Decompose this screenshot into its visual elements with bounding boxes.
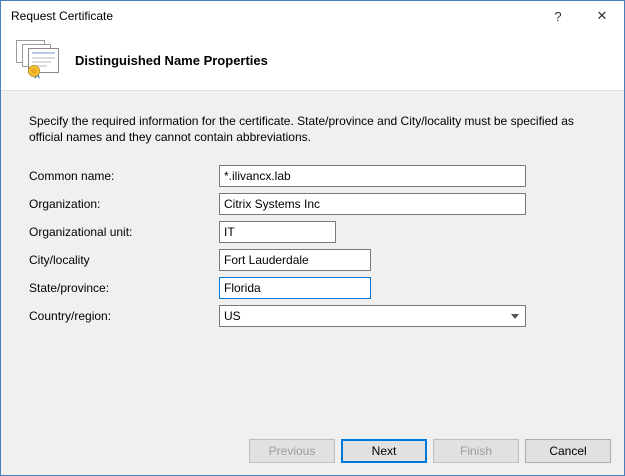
titlebar: Request Certificate ? ✕ — [1, 1, 624, 31]
dialog-body: Specify the required information for the… — [1, 91, 624, 327]
form-row-common-name: Common name: — [29, 165, 596, 187]
page-title: Distinguished Name Properties — [75, 53, 268, 68]
organizational-unit-label: Organizational unit: — [29, 221, 219, 243]
form-row-organization: Organization: — [29, 193, 596, 215]
city-locality-input[interactable] — [219, 249, 371, 271]
next-button[interactable]: Next — [341, 439, 427, 463]
form-row-city-locality: City/locality — [29, 249, 596, 271]
organizational-unit-input[interactable] — [219, 221, 336, 243]
intro-text: Specify the required information for the… — [29, 113, 596, 145]
form-row-country-region: Country/region: US — [29, 305, 596, 327]
city-locality-label: City/locality — [29, 249, 219, 271]
button-row: Previous Next Finish Cancel — [249, 439, 611, 463]
form-row-organizational-unit: Organizational unit: — [29, 221, 596, 243]
close-button[interactable]: ✕ — [580, 1, 624, 31]
finish-button[interactable]: Finish — [433, 439, 519, 463]
request-certificate-dialog: Request Certificate ? ✕ Distinguished Na… — [0, 0, 625, 476]
common-name-label: Common name: — [29, 165, 219, 187]
country-region-combobox[interactable]: US — [219, 305, 526, 327]
chevron-down-icon — [511, 314, 519, 319]
country-region-label: Country/region: — [29, 305, 219, 327]
country-region-value: US — [224, 309, 241, 323]
organization-input[interactable] — [219, 193, 526, 215]
wizard-header: Distinguished Name Properties — [1, 31, 624, 91]
previous-button[interactable]: Previous — [249, 439, 335, 463]
form-row-state-province: State/province: — [29, 277, 596, 299]
common-name-input[interactable] — [219, 165, 526, 187]
state-province-label: State/province: — [29, 277, 219, 299]
help-button[interactable]: ? — [536, 1, 580, 31]
window-title: Request Certificate — [1, 9, 536, 23]
organization-label: Organization: — [29, 193, 219, 215]
state-province-input[interactable] — [219, 277, 371, 299]
cancel-button[interactable]: Cancel — [525, 439, 611, 463]
certificates-icon — [15, 39, 63, 83]
